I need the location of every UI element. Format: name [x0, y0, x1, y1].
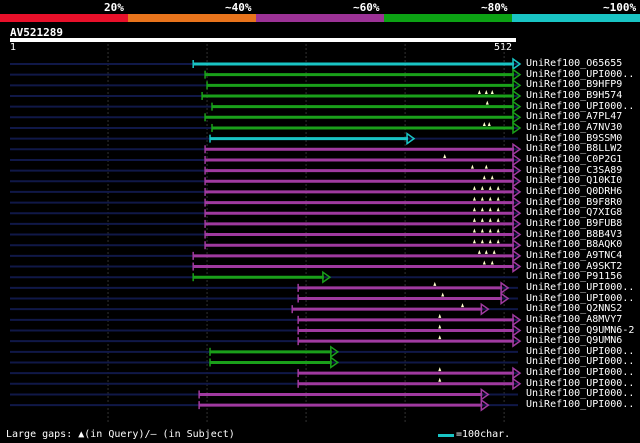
query-gap-marker — [488, 228, 492, 233]
query-gap-marker — [492, 249, 496, 254]
query-gap-marker — [488, 217, 492, 222]
hit-label[interactable]: UniRef100_B8B4V3 — [526, 229, 622, 240]
query-gap-marker — [490, 175, 494, 180]
query-gap-marker — [496, 196, 500, 201]
query-gap-marker — [433, 281, 437, 286]
hit-label[interactable]: UniRef100_O65655 — [526, 59, 622, 69]
query-gap-marker — [472, 217, 476, 222]
hit-label[interactable]: UniRef100_B9F8R0 — [526, 197, 622, 208]
query-gap-marker — [438, 324, 442, 329]
hit-label[interactable]: UniRef100_UPI000.. — [526, 282, 634, 293]
query-gap-marker — [480, 228, 484, 233]
query-gap-marker — [472, 228, 476, 233]
hit-label[interactable]: UniRef100_UPI000.. — [526, 400, 634, 410]
query-gap-marker — [490, 89, 494, 94]
hit-label[interactable]: UniRef100_Q9UMN6-2 — [526, 325, 634, 336]
query-gap-marker — [441, 292, 445, 297]
query-gap-marker — [484, 249, 488, 254]
hit-label[interactable]: UniRef100_UPI000.. — [526, 368, 634, 378]
hit-label[interactable]: UniRef100_B9FUB8 — [526, 218, 622, 229]
hit-label[interactable]: UniRef100_Q9UMN6 — [526, 336, 622, 346]
query-gap-marker — [480, 217, 484, 222]
query-gap-marker — [438, 335, 442, 340]
hit-label[interactable]: UniRef100_UPI000.. — [526, 69, 634, 80]
query-gap-marker — [480, 196, 484, 201]
hit-label[interactable]: UniRef100_B8LLW2 — [526, 144, 622, 154]
query-gap-marker — [496, 228, 500, 233]
query-gap-marker — [490, 260, 494, 265]
hit-label[interactable]: UniRef100_UPI000.. — [526, 101, 634, 112]
query-gap-marker — [472, 196, 476, 201]
hit-label[interactable]: UniRef100_Q0DRH6 — [526, 186, 622, 197]
query-gap-marker — [480, 239, 484, 244]
query-gap-marker — [472, 239, 476, 244]
hit-label[interactable]: UniRef100_Q10KI0 — [526, 176, 622, 186]
query-gap-marker — [496, 207, 500, 212]
hit-label[interactable]: UniRef100_B8AQK0 — [526, 240, 622, 250]
hit-label[interactable]: UniRef100_A8MVY7 — [526, 314, 622, 325]
hit-label[interactable]: UniRef100_A9TNC4 — [526, 250, 622, 261]
scale-legend-bar — [438, 434, 454, 437]
query-gap-marker — [461, 303, 465, 308]
query-gap-marker — [487, 121, 491, 126]
query-gap-marker — [438, 367, 442, 372]
hit-label[interactable]: UniRef100_Q2NNS2 — [526, 304, 622, 314]
hit-label[interactable]: UniRef100_B9HFP9 — [526, 80, 622, 90]
query-gap-marker — [496, 217, 500, 222]
query-gap-marker — [496, 239, 500, 244]
hit-label[interactable]: UniRef100_C0P2G1 — [526, 154, 622, 165]
hit-label[interactable]: UniRef100_A7NV30 — [526, 122, 622, 133]
query-gap-marker — [477, 89, 481, 94]
hit-label[interactable]: UniRef100_A7PL47 — [526, 112, 622, 122]
query-gap-marker — [472, 207, 476, 212]
scale-legend-text: =100char. — [456, 429, 511, 440]
query-gap-marker — [482, 175, 486, 180]
hit-label[interactable]: UniRef100_UPI000.. — [526, 346, 634, 357]
query-gap-marker — [488, 207, 492, 212]
query-gap-marker — [480, 185, 484, 190]
query-gap-marker — [472, 185, 476, 190]
query-gap-marker — [488, 196, 492, 201]
hit-label[interactable]: UniRef100_UPI000.. — [526, 389, 634, 399]
query-gap-marker — [484, 89, 488, 94]
query-gap-marker — [477, 249, 481, 254]
hit-label[interactable]: UniRef100_UPI000.. — [526, 293, 634, 304]
gap-legend: Large gaps: ▲(in Query)/– (in Subject) — [6, 429, 235, 440]
hit-label[interactable]: UniRef100_P91156 — [526, 272, 622, 282]
query-gap-marker — [482, 121, 486, 126]
hit-label[interactable]: UniRef100_UPI000.. — [526, 378, 634, 389]
hit-label[interactable]: UniRef100_A9SKT2 — [526, 261, 622, 272]
hit-label[interactable]: UniRef100_UPI000.. — [526, 357, 634, 367]
hit-label[interactable]: UniRef100_Q7XIG8 — [526, 208, 622, 218]
query-gap-marker — [438, 313, 442, 318]
query-gap-marker — [484, 164, 488, 169]
query-gap-marker — [480, 207, 484, 212]
query-gap-marker — [443, 153, 447, 158]
hit-label[interactable]: UniRef100_C3SA89 — [526, 165, 622, 176]
query-gap-marker — [482, 260, 486, 265]
hit-label[interactable]: UniRef100_B9SSM0 — [526, 133, 622, 144]
query-gap-marker — [488, 185, 492, 190]
query-gap-marker — [488, 239, 492, 244]
query-gap-marker — [470, 164, 474, 169]
hit-label[interactable]: UniRef100_B9H574 — [526, 90, 622, 101]
query-gap-marker — [485, 100, 489, 105]
query-gap-marker — [496, 185, 500, 190]
query-gap-marker — [438, 377, 442, 382]
